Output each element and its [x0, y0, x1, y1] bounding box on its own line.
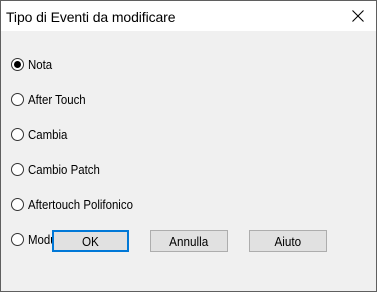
- cancel-button[interactable]: Annulla: [150, 230, 228, 252]
- option-label: Aftertouch Polifonico: [28, 196, 133, 212]
- close-button[interactable]: [340, 1, 376, 31]
- radio-icon[interactable]: [11, 127, 24, 141]
- radio-icon[interactable]: [11, 162, 24, 176]
- close-icon: [352, 10, 364, 22]
- radio-icon[interactable]: [11, 197, 24, 211]
- option-label: After Touch: [28, 91, 86, 107]
- option-aftertouch-polifonico[interactable]: Aftertouch Polifonico: [11, 195, 147, 213]
- window-title: Tipo di Eventi da modificare: [6, 9, 176, 25]
- option-label: Cambia: [28, 126, 68, 142]
- option-cambio-patch[interactable]: Cambio Patch: [11, 160, 110, 178]
- option-label: Cambio Patch: [28, 161, 100, 177]
- dialog-body: Nota After Touch Cambia Cambio Patch Aft…: [1, 31, 376, 291]
- help-button-label: Aiuto: [274, 233, 302, 249]
- option-nota[interactable]: Nota: [11, 55, 55, 73]
- ok-button-label: OK: [82, 233, 99, 249]
- title-bar: Tipo di Eventi da modificare: [1, 1, 376, 31]
- option-cambia[interactable]: Cambia: [11, 125, 73, 143]
- radio-icon[interactable]: [11, 92, 24, 106]
- cancel-button-label: Annulla: [169, 233, 209, 249]
- radio-icon[interactable]: [11, 232, 24, 246]
- option-after-touch[interactable]: After Touch: [11, 90, 94, 108]
- radio-selected-icon[interactable]: [11, 57, 24, 71]
- ok-button[interactable]: OK: [52, 230, 129, 252]
- dialog-window: Tipo di Eventi da modificare Nota After …: [0, 0, 377, 292]
- option-label: Nota: [28, 56, 53, 72]
- help-button[interactable]: Aiuto: [249, 230, 327, 252]
